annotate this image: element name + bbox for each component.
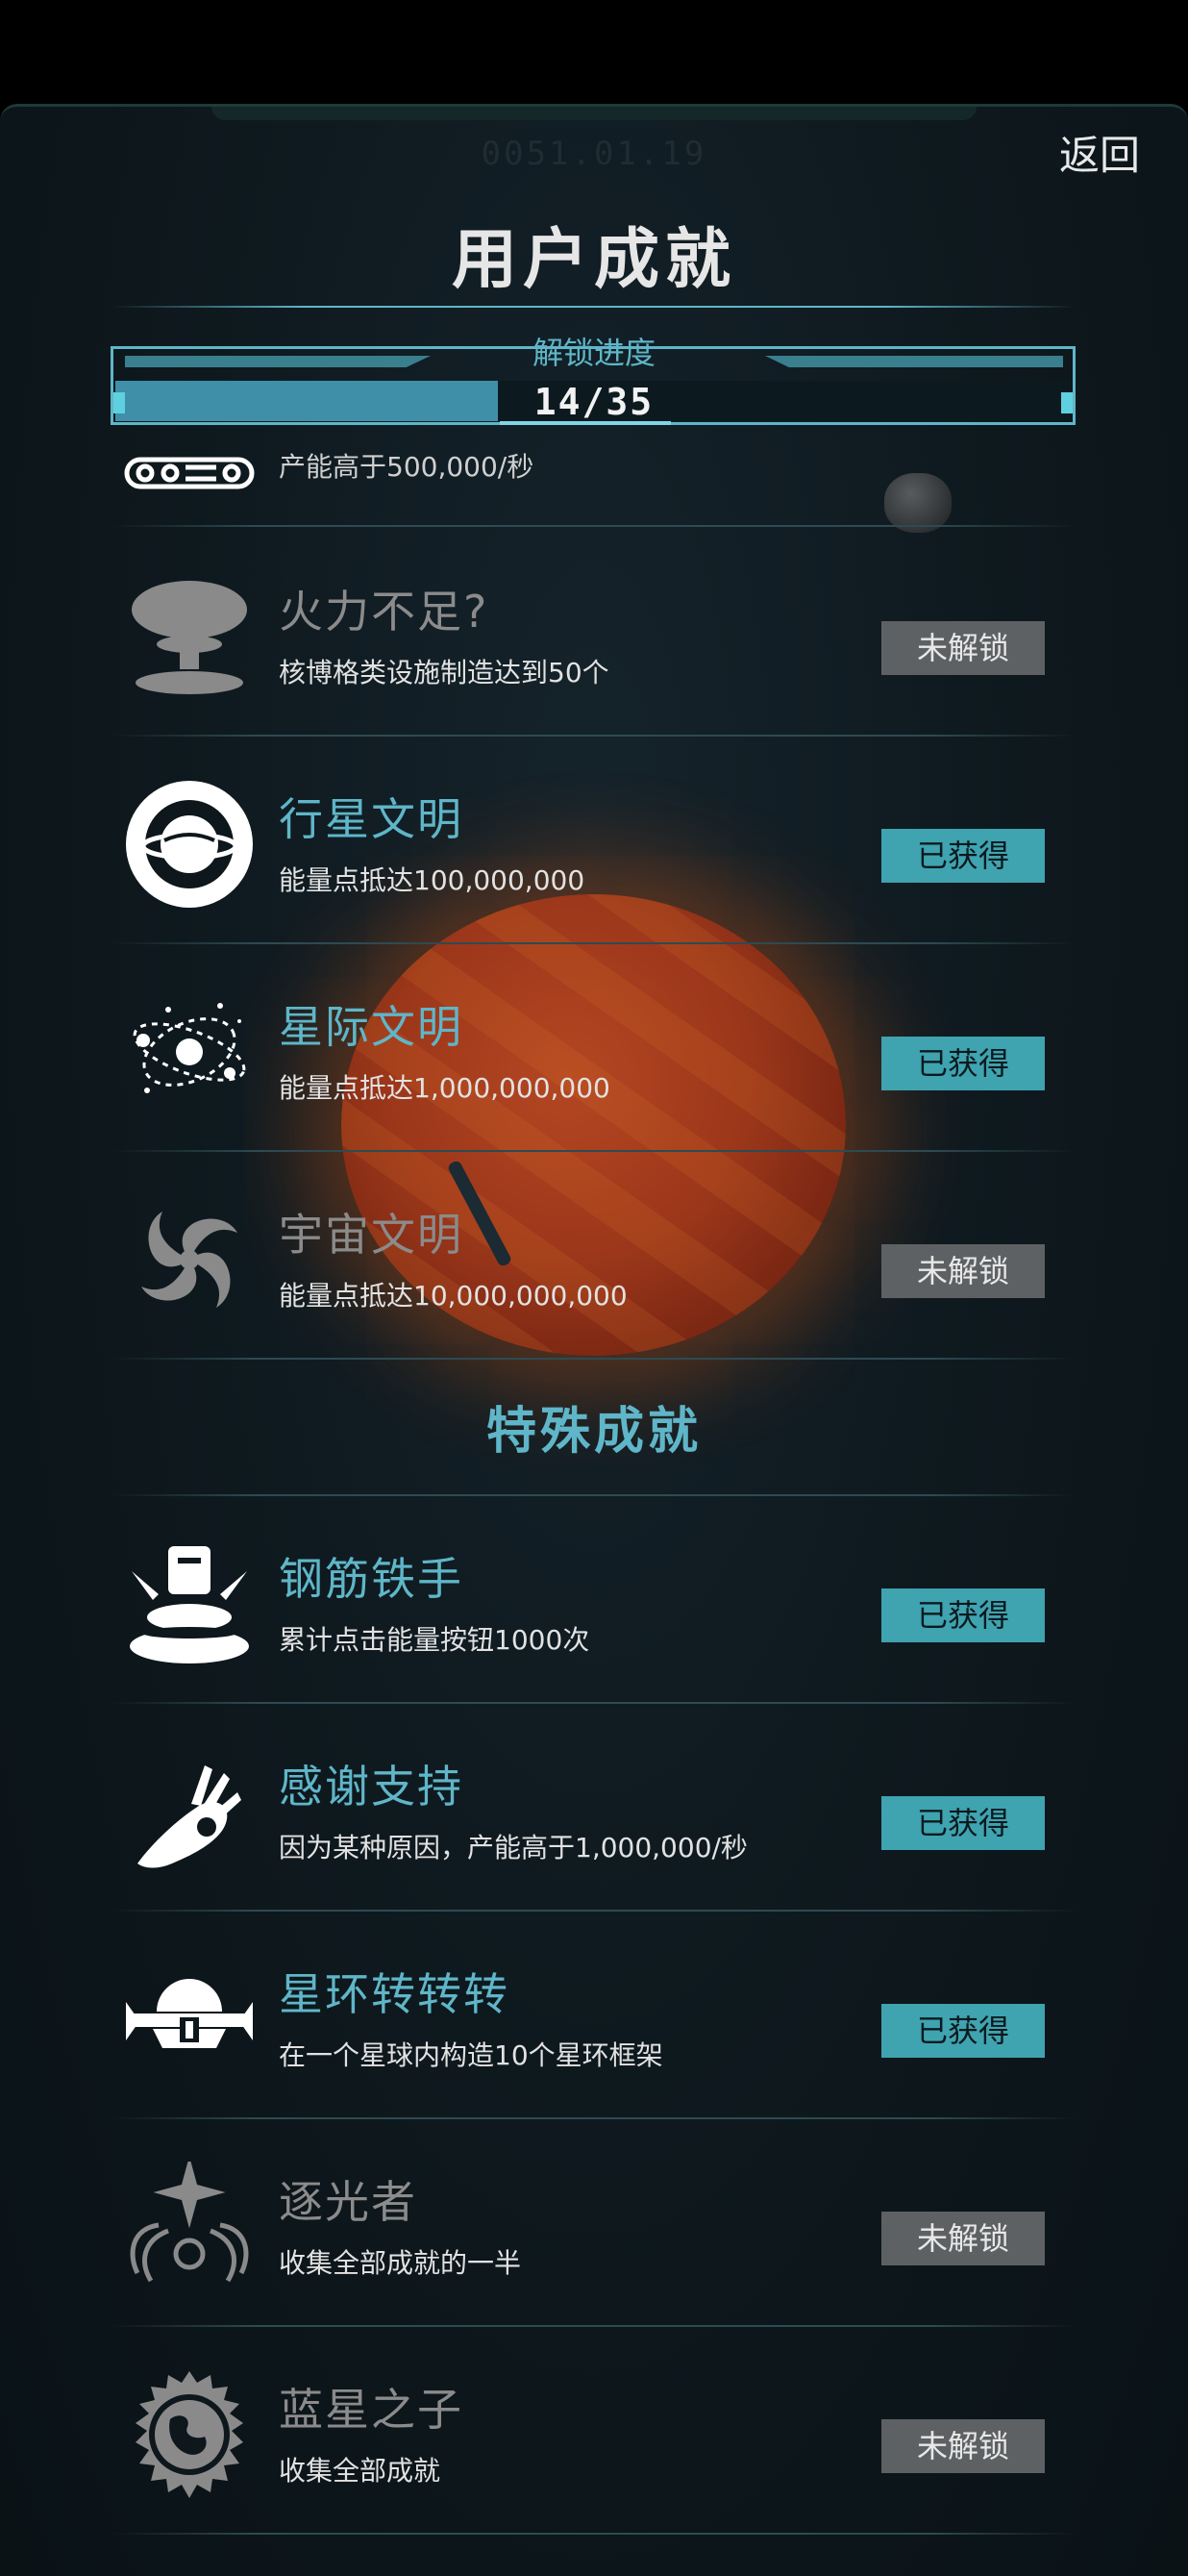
- status-badge: 未解锁: [881, 2419, 1045, 2473]
- row-divider: [111, 525, 1077, 527]
- achievement-title: 星环转转转: [279, 1968, 509, 2020]
- atom-orbit-icon: [133, 1003, 246, 1093]
- status-bar-area: [0, 0, 1188, 104]
- achievement-row: 逐光者 收集全部成就的一半 未解锁: [111, 2119, 1077, 2327]
- star-ring-icon: [126, 1979, 253, 2048]
- back-button[interactable]: 返回: [1059, 123, 1140, 182]
- status-badge: 已获得: [881, 2004, 1045, 2058]
- status-badge: 未解锁: [881, 621, 1045, 675]
- section-title: 特殊成就: [485, 1403, 702, 1461]
- status-badge: 未解锁: [881, 1244, 1045, 1298]
- achievement-title: 宇宙文明: [279, 1209, 463, 1261]
- achievement-title: 火力不足?: [279, 586, 489, 638]
- achievement-row: 宇宙文明 能量点抵达10,000,000,000 未解锁: [111, 1152, 1077, 1360]
- achievement-desc: 收集全部成就的一半: [279, 2247, 522, 2279]
- list-item-partial: 产能高于500,000/秒: [111, 431, 1077, 527]
- achievement-row: 蓝星之子 收集全部成就 未解锁: [111, 2327, 1077, 2535]
- achievement-desc: 收集全部成就: [279, 2455, 441, 2487]
- row-divider: [111, 2533, 1077, 2535]
- special-achievements-header: 特殊成就: [111, 1362, 1077, 1496]
- achievement-desc: 在一个星球内构造10个星环框架: [279, 2039, 663, 2071]
- mushroom-cloud-icon: [132, 581, 247, 694]
- status-badge: 已获得: [881, 1588, 1045, 1642]
- status-badge: 已获得: [881, 1796, 1045, 1850]
- title-divider: [111, 306, 1077, 308]
- achievement-title: 钢筋铁手: [279, 1553, 463, 1605]
- achievement-desc: 产能高于500,000/秒: [279, 451, 534, 483]
- achievement-title: 星际文明: [279, 1001, 463, 1053]
- gear-chain-icon: [124, 457, 255, 489]
- light-chaser-icon: [130, 2162, 249, 2283]
- achievement-row: 行星文明 能量点抵达100,000,000 已获得: [111, 737, 1077, 944]
- achievement-title: 蓝星之子: [279, 2384, 463, 2436]
- achievement-row: 星际文明 能量点抵达1,000,000,000 已获得: [111, 944, 1077, 1152]
- achievement-title: 行星文明: [279, 793, 463, 845]
- page-title: 用户成就: [451, 222, 736, 298]
- planet-ring-icon: [126, 781, 253, 908]
- achievement-row: 感谢支持 因为某种原因，产能高于1,000,000/秒 已获得: [111, 1704, 1077, 1912]
- earth-emblem-icon: [136, 2371, 243, 2498]
- game-date: 0051.01.19: [481, 135, 707, 173]
- progress-text-underline: [500, 421, 671, 425]
- achievement-desc: 能量点抵达1,000,000,000: [279, 1072, 610, 1104]
- achievement-row: 星环转转转 在一个星球内构造10个星环框架 已获得: [111, 1912, 1077, 2119]
- status-badge: 已获得: [881, 829, 1045, 883]
- achievement-row: 火力不足? 核博格类设施制造达到50个 未解锁: [111, 529, 1077, 737]
- row-divider: [111, 1358, 1077, 1360]
- status-badge: 未解锁: [881, 2212, 1045, 2265]
- ok-hand-icon: [137, 1765, 241, 1868]
- achievement-desc: 累计点击能量按钮1000次: [279, 1624, 590, 1656]
- unlock-progress-label: 解锁进度: [532, 335, 656, 371]
- achievement-desc: 能量点抵达10,000,000,000: [279, 1280, 628, 1312]
- unlock-progress-text: 14/35: [533, 381, 655, 423]
- achievement-desc: 能量点抵达100,000,000: [279, 864, 585, 896]
- button-press-icon: [130, 1546, 249, 1663]
- achievement-desc: 因为某种原因，产能高于1,000,000/秒: [279, 1832, 748, 1863]
- achievement-desc: 核博格类设施制造达到50个: [279, 657, 609, 688]
- status-badge: 已获得: [881, 1037, 1045, 1090]
- achievement-row: 钢筋铁手 累计点击能量按钮1000次 已获得: [111, 1496, 1077, 1704]
- achievement-title: 逐光者: [279, 2176, 417, 2228]
- spiral-galaxy-icon: [141, 1212, 237, 1308]
- achievement-title: 感谢支持: [279, 1761, 463, 1813]
